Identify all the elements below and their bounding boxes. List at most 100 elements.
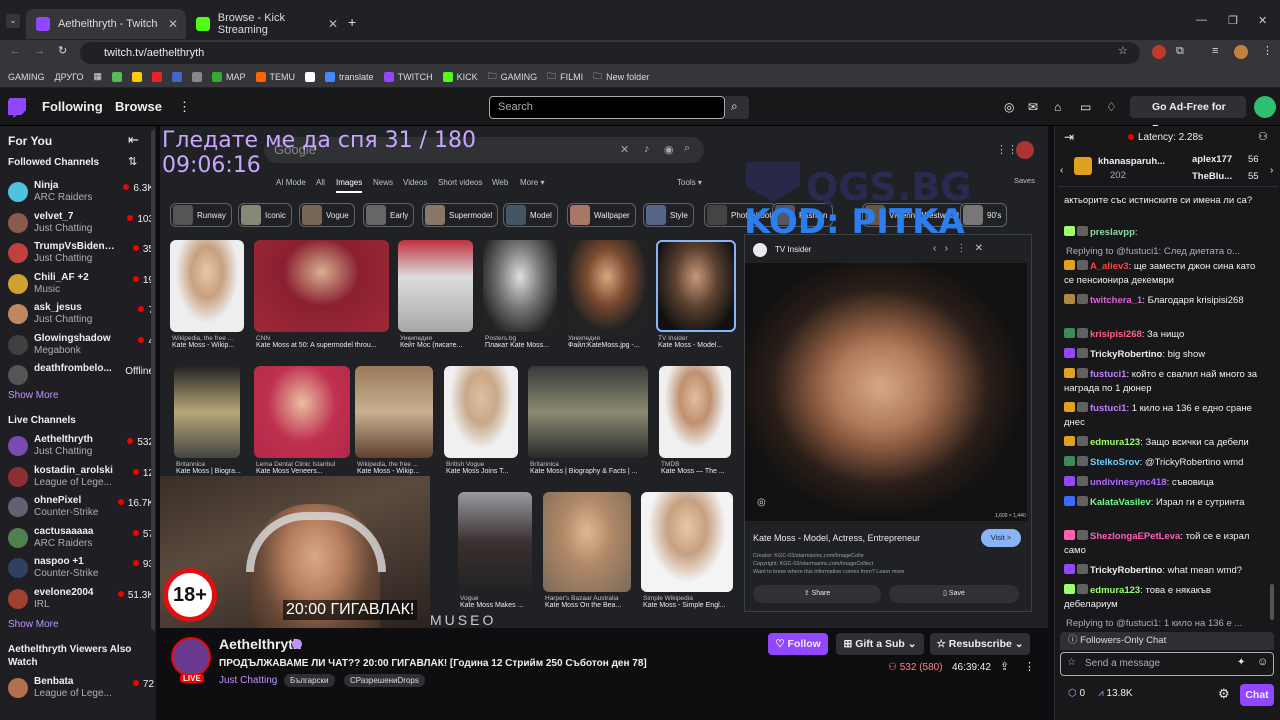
forward-icon[interactable]: →: [34, 45, 45, 57]
sidebar-channel[interactable]: deathfrombelo... Offline: [8, 361, 154, 389]
more-options-icon[interactable]: ⋮: [1024, 660, 1035, 673]
emote-slot-icon[interactable]: ☆: [1067, 657, 1076, 668]
sidebar-channel[interactable]: cactusaaaaa ARC Raiders 57: [8, 524, 154, 552]
sidebar-channel[interactable]: ask_jesusJust Chatting7: [8, 300, 154, 328]
bookmark-youtube[interactable]: [152, 71, 163, 82]
follow-button[interactable]: ♡ Follow: [768, 633, 828, 655]
collapse-chat-icon[interactable]: ⇥: [1064, 130, 1074, 144]
stream-category[interactable]: Just Chatting: [219, 675, 277, 686]
sidebar-scrollbar[interactable]: [151, 130, 155, 630]
chat-username[interactable]: TrickyRobertino: [1090, 565, 1162, 576]
address-bar[interactable]: twitch.tv/aethelthryth: [80, 42, 1140, 64]
sidebar-channel[interactable]: Benbata League of Lege... 72: [8, 674, 154, 702]
apps-grid-icon[interactable]: ▦: [94, 71, 103, 82]
browser-tab-twitch[interactable]: Aethelthryth - Twitch ✕: [26, 9, 186, 39]
sort-icon[interactable]: ⇅: [128, 155, 137, 168]
mod-icon[interactable]: ◎: [1004, 100, 1014, 114]
go-ad-free-button[interactable]: Go Ad-Free for Free: [1130, 96, 1246, 135]
chat-username[interactable]: krisipisi268: [1090, 329, 1142, 340]
tag-drops[interactable]: СРазрешениDrops: [344, 674, 425, 687]
bookmark-home[interactable]: [112, 71, 123, 82]
nav-following[interactable]: Following: [42, 99, 103, 114]
emoji-icon[interactable]: ☺: [1257, 656, 1268, 668]
chat-username[interactable]: undivinesync418: [1090, 477, 1167, 488]
bookmark-yellow[interactable]: [132, 71, 143, 82]
bookmark-sync[interactable]: [172, 71, 183, 82]
channel-points[interactable]: ⬡ 0: [1068, 688, 1085, 699]
bookmark-folder-new[interactable]: 🗀 New folder: [593, 69, 649, 85]
tab-search-button[interactable]: ⌄: [6, 14, 20, 28]
sidebar-channel[interactable]: evelone2004 IRL 51.3K: [8, 585, 154, 613]
bookmark-kick[interactable]: KICK: [442, 71, 478, 82]
bits-balance[interactable]: ⩘ 13.8K: [1098, 688, 1133, 699]
bookmark-web[interactable]: [192, 71, 203, 82]
user-avatar[interactable]: [1254, 96, 1276, 118]
bookmark-gaming[interactable]: GAMING: [8, 72, 45, 82]
search-input[interactable]: Search: [489, 96, 725, 119]
bookmark-map[interactable]: MAP: [212, 71, 246, 82]
chat-scrollbar[interactable]: [1270, 584, 1274, 620]
tag-bulgarian[interactable]: Български: [284, 674, 335, 687]
sidebar-channel[interactable]: GlowingshadowMegabonk4: [8, 331, 154, 359]
puzzle-icon[interactable]: ⧉: [1176, 45, 1184, 58]
chat-username[interactable]: KalataVasilev: [1090, 497, 1151, 508]
bookmark-translate[interactable]: translate: [325, 71, 374, 82]
chat-username[interactable]: preslavpp: [1090, 227, 1135, 238]
new-tab-button[interactable]: +: [348, 14, 356, 30]
show-more-live[interactable]: Show More: [8, 619, 59, 630]
media-icon[interactable]: ≡: [1212, 45, 1218, 57]
chat-username[interactable]: edmura123: [1090, 437, 1140, 448]
sidebar-channel[interactable]: TrumpVsBiden2... Just Chatting 35: [8, 239, 154, 267]
show-more-followed[interactable]: Show More: [8, 390, 59, 401]
bookmark-folder-filmi[interactable]: 🗀 FILMI: [547, 69, 583, 85]
collapse-sidebar-icon[interactable]: ⇤: [128, 132, 139, 148]
bookmark-amazon[interactable]: [305, 71, 316, 82]
channel-name[interactable]: Aethelthryth: [219, 636, 301, 652]
window-close-icon[interactable]: ✕: [1258, 14, 1267, 27]
back-icon[interactable]: ←: [10, 45, 21, 57]
notifications-icon[interactable]: ⌂: [1054, 100, 1061, 114]
chat-username[interactable]: fustuci1: [1090, 403, 1126, 414]
whispers-icon[interactable]: ▭: [1080, 100, 1091, 114]
gift-sub-button[interactable]: ⊞ Gift a Sub ⌄: [836, 633, 924, 655]
bookmark-temu[interactable]: TEMU: [255, 71, 295, 82]
chat-username[interactable]: ShezlongaEPetLeva: [1090, 531, 1180, 542]
chat-username[interactable]: twitchera_1: [1090, 295, 1142, 306]
bookmark-star-icon[interactable]: ☆: [1118, 44, 1128, 57]
bookmark-drugo[interactable]: ДРУГО: [55, 72, 84, 82]
channel-avatar[interactable]: [171, 637, 211, 677]
chat-input[interactable]: ☆ Send a message ✦ ☺: [1060, 652, 1274, 676]
sidebar-channel[interactable]: velvet_7 Just Chatting 103: [8, 209, 154, 237]
window-minimize-icon[interactable]: —: [1196, 14, 1207, 26]
chat-username[interactable]: fustuci1: [1090, 369, 1126, 380]
chat-username[interactable]: A_aliev3: [1090, 261, 1129, 272]
close-tab-icon[interactable]: ✕: [328, 17, 338, 31]
bookmark-twitch[interactable]: TWITCH: [383, 71, 433, 82]
window-restore-icon[interactable]: ❐: [1228, 14, 1238, 27]
inbox-icon[interactable]: ✉: [1028, 100, 1038, 114]
sidebar-channel[interactable]: Chili_AF +2 Music 19: [8, 270, 154, 298]
bits-icon[interactable]: ✦: [1237, 657, 1245, 668]
nav-more-icon[interactable]: ⋮: [178, 99, 191, 115]
extension-icon[interactable]: [1152, 45, 1166, 59]
chat-username[interactable]: TrickyRobertino: [1090, 349, 1162, 360]
share-icon[interactable]: ⇪: [1000, 660, 1009, 673]
crown-icon[interactable]: ♢: [1106, 100, 1117, 114]
search-button[interactable]: ⌕: [725, 96, 749, 119]
sidebar-channel[interactable]: naspoo +1 Counter-Strike 93: [8, 554, 154, 582]
resubscribe-button[interactable]: ☆ Resubscribe ⌄: [930, 633, 1030, 655]
prev-icon[interactable]: ‹: [1060, 165, 1063, 176]
chat-settings-icon[interactable]: ⚙: [1218, 686, 1230, 702]
sidebar-channel[interactable]: kostadin_arolski League of Lege... 12: [8, 463, 154, 491]
bookmark-folder-gaming[interactable]: 🗀 GAMING: [488, 69, 538, 85]
sidebar-channel[interactable]: Aethelthryth Just Chatting 532: [8, 432, 154, 460]
community-icon[interactable]: ⚇: [1258, 130, 1268, 143]
chat-send-button[interactable]: Chat: [1240, 684, 1274, 706]
chat-username[interactable]: edmura123: [1090, 585, 1140, 596]
close-tab-icon[interactable]: ✕: [168, 17, 178, 31]
sidebar-channel[interactable]: ohnePixel Counter-Strike 16.7K: [8, 493, 154, 521]
browser-tab-kick[interactable]: Browse - Kick Streaming ✕: [186, 9, 346, 39]
chat-username[interactable]: SteIkoSrov: [1090, 457, 1140, 468]
profile-avatar[interactable]: [1234, 45, 1248, 59]
nav-browse[interactable]: Browse: [115, 99, 162, 114]
